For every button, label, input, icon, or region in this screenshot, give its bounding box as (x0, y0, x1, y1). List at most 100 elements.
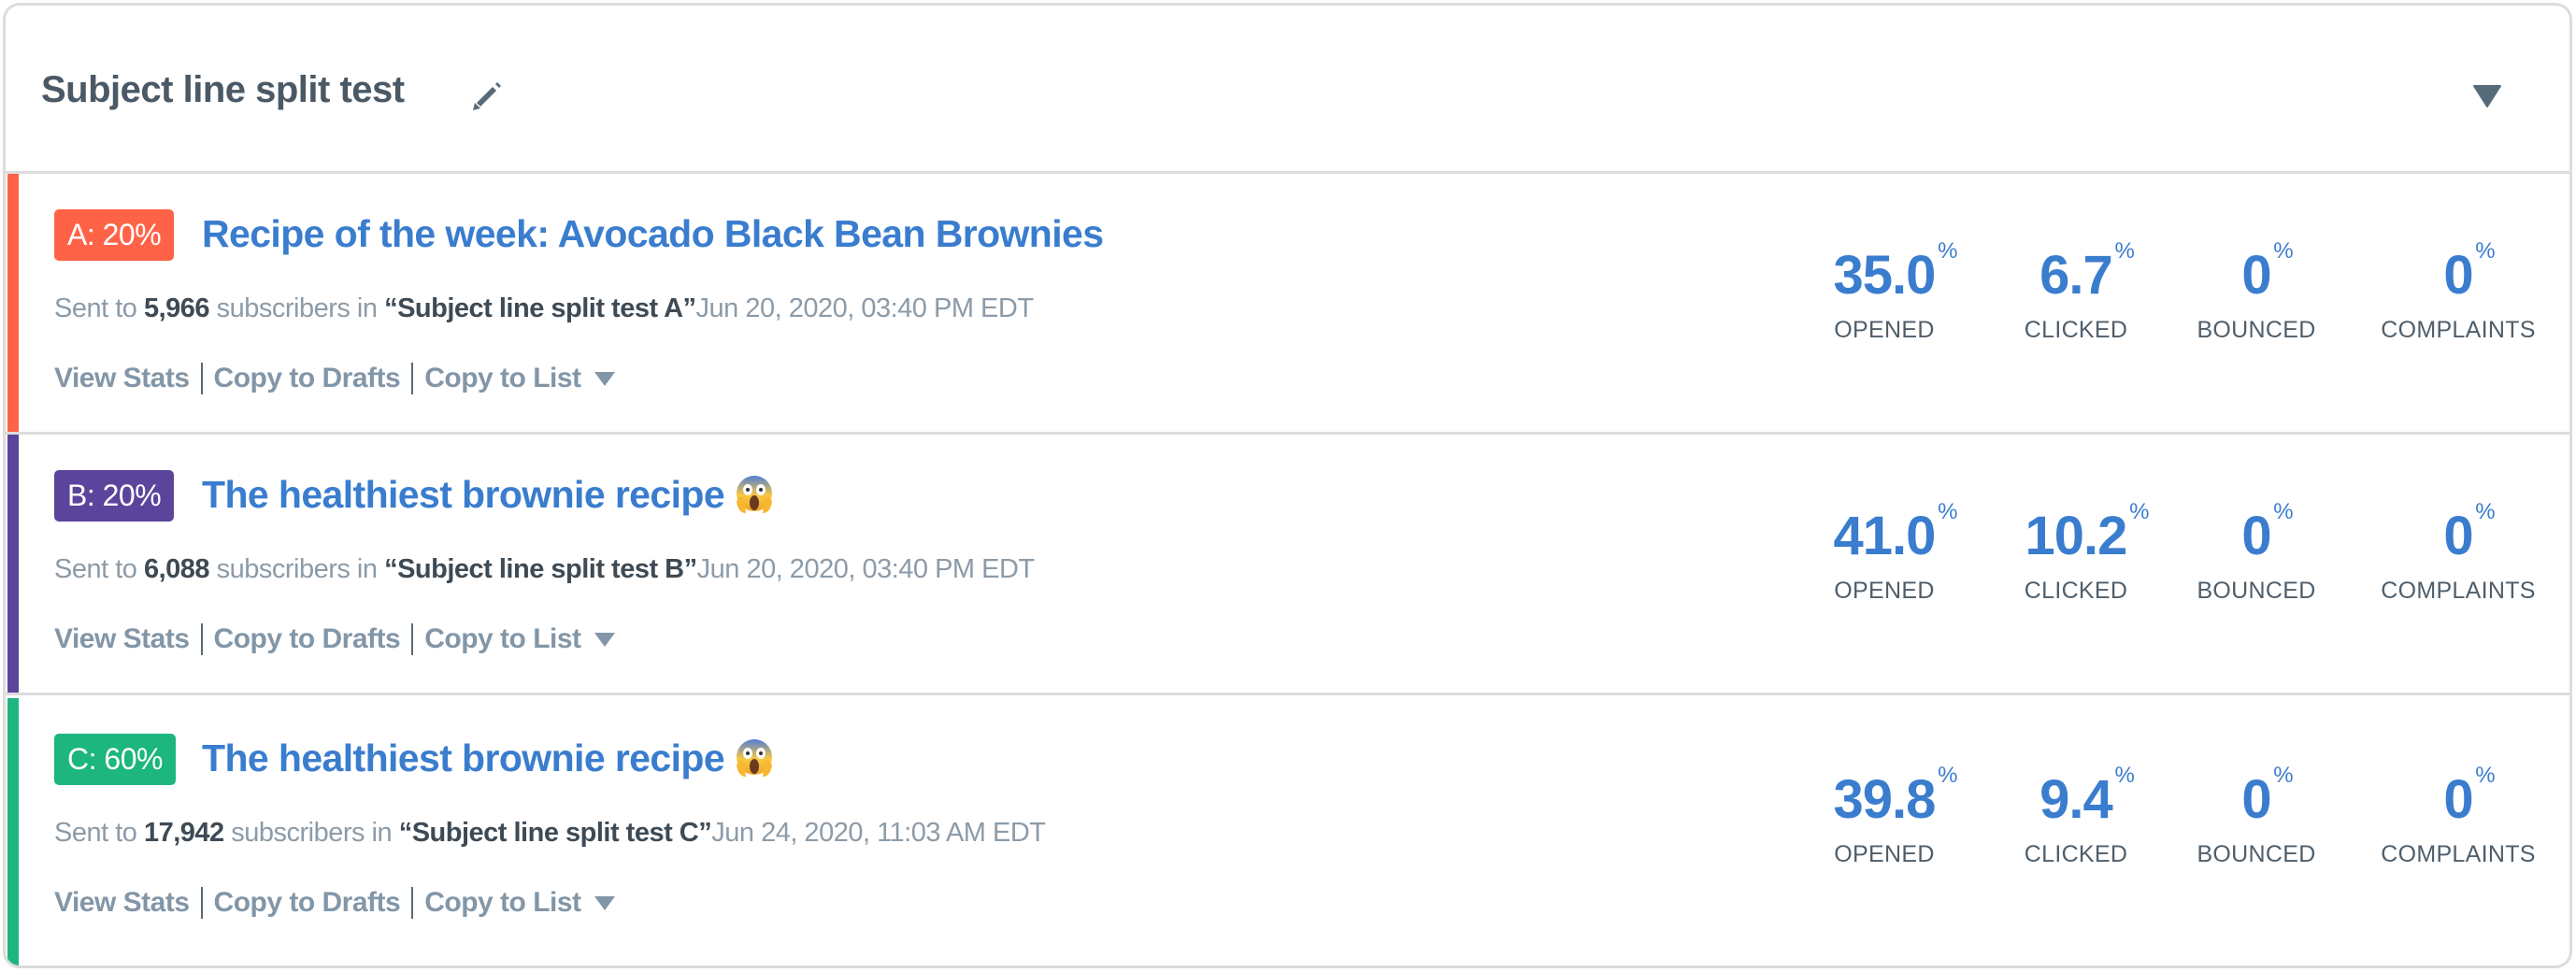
variant-row-a: A: 20% Recipe of the week: Avocado Black… (6, 174, 2569, 435)
variant-subject-link[interactable]: The healthiest brownie recipe (202, 732, 775, 784)
sent-middle: subscribers in (223, 818, 399, 848)
stat-bounced: 0% BOUNCED (2154, 764, 2359, 868)
divider (411, 623, 414, 655)
stat-unit: % (2475, 499, 2496, 524)
edit-title-button[interactable] (464, 71, 507, 114)
divider (200, 623, 203, 655)
stat-label: CLICKED (2024, 578, 2128, 604)
stat-value: 35.0 (1833, 245, 1937, 306)
variant-badge: B: 20% (54, 470, 175, 522)
send-date: Jun 20, 2020, 03:40 PM EDT (695, 293, 1035, 323)
variant-color-bar (7, 435, 19, 693)
variant-subject-link[interactable]: Recipe of the week: Avocado Black Bean B… (202, 207, 1104, 260)
copy-to-list-link[interactable]: Copy to List (424, 620, 581, 659)
variant-color-bar (7, 698, 19, 965)
variant-actions: View Stats Copy to Drafts Copy to List (54, 883, 615, 922)
stat-label: COMPLAINTS (2381, 578, 2536, 604)
sent-prefix: Sent to (54, 554, 144, 584)
list-name: “Subject line split test C” (398, 818, 712, 848)
variant-send-info: Sent to 6,088 subscribers in “Subject li… (54, 550, 1035, 588)
subscriber-count: 5,966 (143, 293, 210, 323)
copy-to-drafts-link[interactable]: Copy to Drafts (214, 359, 401, 398)
stat-bounced: 0% BOUNCED (2154, 239, 2359, 344)
stat-complaints: 0% COMPLAINTS (2355, 500, 2561, 605)
sent-prefix: Sent to (54, 293, 144, 323)
variant-row-b: B: 20% The healthiest brownie recipe Sen… (6, 435, 2569, 695)
stat-value: 0 (2241, 769, 2271, 830)
stat-value: 41.0 (1833, 506, 1937, 566)
stat-unit: % (2273, 763, 2294, 788)
stat-label: BOUNCED (2197, 841, 2316, 867)
stat-value: 0 (2241, 245, 2271, 306)
view-stats-link[interactable]: View Stats (54, 359, 190, 398)
pencil-icon (473, 82, 501, 110)
copy-to-list-link[interactable]: Copy to List (424, 883, 581, 922)
divider (411, 887, 414, 919)
stat-value: 0 (2443, 506, 2473, 566)
subscriber-count: 6,088 (143, 554, 210, 584)
stat-value: 0 (2443, 245, 2473, 306)
stat-clicked: 10.2% CLICKED (1973, 500, 2179, 605)
stat-clicked: 6.7% CLICKED (1973, 239, 2179, 344)
variant-send-info: Sent to 17,942 subscribers in “Subject l… (54, 814, 1046, 851)
variant-actions: View Stats Copy to Drafts Copy to List (54, 359, 615, 398)
split-test-title: Subject line split test (41, 69, 405, 110)
stat-label: COMPLAINTS (2381, 317, 2536, 343)
stat-value: 0 (2241, 506, 2271, 566)
copy-to-drafts-link[interactable]: Copy to Drafts (214, 620, 401, 659)
copy-to-drafts-link[interactable]: Copy to Drafts (214, 883, 401, 922)
variant-subject-text: The healthiest brownie recipe (202, 736, 725, 779)
stat-unit: % (2273, 238, 2294, 264)
caret-down-icon[interactable] (594, 895, 615, 910)
copy-to-list-link[interactable]: Copy to List (424, 359, 581, 398)
send-date: Jun 24, 2020, 11:03 AM EDT (711, 818, 1046, 848)
stat-label: COMPLAINTS (2381, 841, 2536, 867)
stat-label: CLICKED (2024, 841, 2128, 867)
stat-unit: % (1938, 763, 1958, 788)
stat-opened: 35.0% OPENED (1782, 239, 1987, 344)
sent-middle: subscribers in (209, 554, 385, 584)
stat-value: 9.4 (2039, 769, 2113, 830)
stat-opened: 41.0% OPENED (1782, 500, 1987, 605)
scream-emoji-icon (734, 737, 775, 779)
stat-unit: % (2475, 238, 2496, 264)
split-test-card: Subject line split test A: 20% Recipe of… (3, 3, 2572, 968)
stat-complaints: 0% COMPLAINTS (2355, 764, 2561, 868)
variant-actions: View Stats Copy to Drafts Copy to List (54, 620, 615, 659)
caret-down-icon[interactable] (594, 371, 615, 386)
caret-down-icon (2473, 85, 2501, 107)
variant-subject-link[interactable]: The healthiest brownie recipe (202, 468, 775, 521)
stat-value: 10.2 (2025, 506, 2128, 566)
caret-down-icon[interactable] (594, 632, 615, 647)
subscriber-count: 17,942 (143, 818, 224, 848)
send-date: Jun 20, 2020, 03:40 PM EDT (696, 554, 1036, 584)
stat-label: OPENED (1834, 317, 1935, 343)
stat-unit: % (1938, 238, 1958, 264)
stat-clicked: 9.4% CLICKED (1973, 764, 2179, 868)
stat-unit: % (2475, 763, 2496, 788)
scream-emoji-icon (734, 474, 775, 515)
stat-label: BOUNCED (2197, 317, 2316, 343)
variant-badge: C: 60% (54, 734, 176, 785)
stat-label: OPENED (1834, 578, 1935, 604)
stat-value: 6.7 (2039, 245, 2113, 306)
divider (200, 887, 203, 919)
variant-subject-text: Recipe of the week: Avocado Black Bean B… (202, 212, 1104, 255)
stat-opened: 39.8% OPENED (1782, 764, 1987, 868)
stat-unit: % (2114, 238, 2135, 264)
list-name: “Subject line split test B” (384, 554, 697, 584)
stat-value: 0 (2443, 769, 2473, 830)
stat-unit: % (2129, 499, 2150, 524)
stat-unit: % (1938, 499, 1958, 524)
stat-unit: % (2273, 499, 2294, 524)
view-stats-link[interactable]: View Stats (54, 620, 190, 659)
stat-label: CLICKED (2024, 317, 2128, 343)
view-stats-link[interactable]: View Stats (54, 883, 190, 922)
stat-unit: % (2114, 763, 2135, 788)
stat-complaints: 0% COMPLAINTS (2355, 239, 2561, 344)
collapse-toggle-button[interactable] (2464, 77, 2511, 114)
stat-bounced: 0% BOUNCED (2154, 500, 2359, 605)
variant-send-info: Sent to 5,966 subscribers in “Subject li… (54, 290, 1034, 327)
sent-prefix: Sent to (54, 818, 144, 848)
list-name: “Subject line split test A” (384, 293, 696, 323)
